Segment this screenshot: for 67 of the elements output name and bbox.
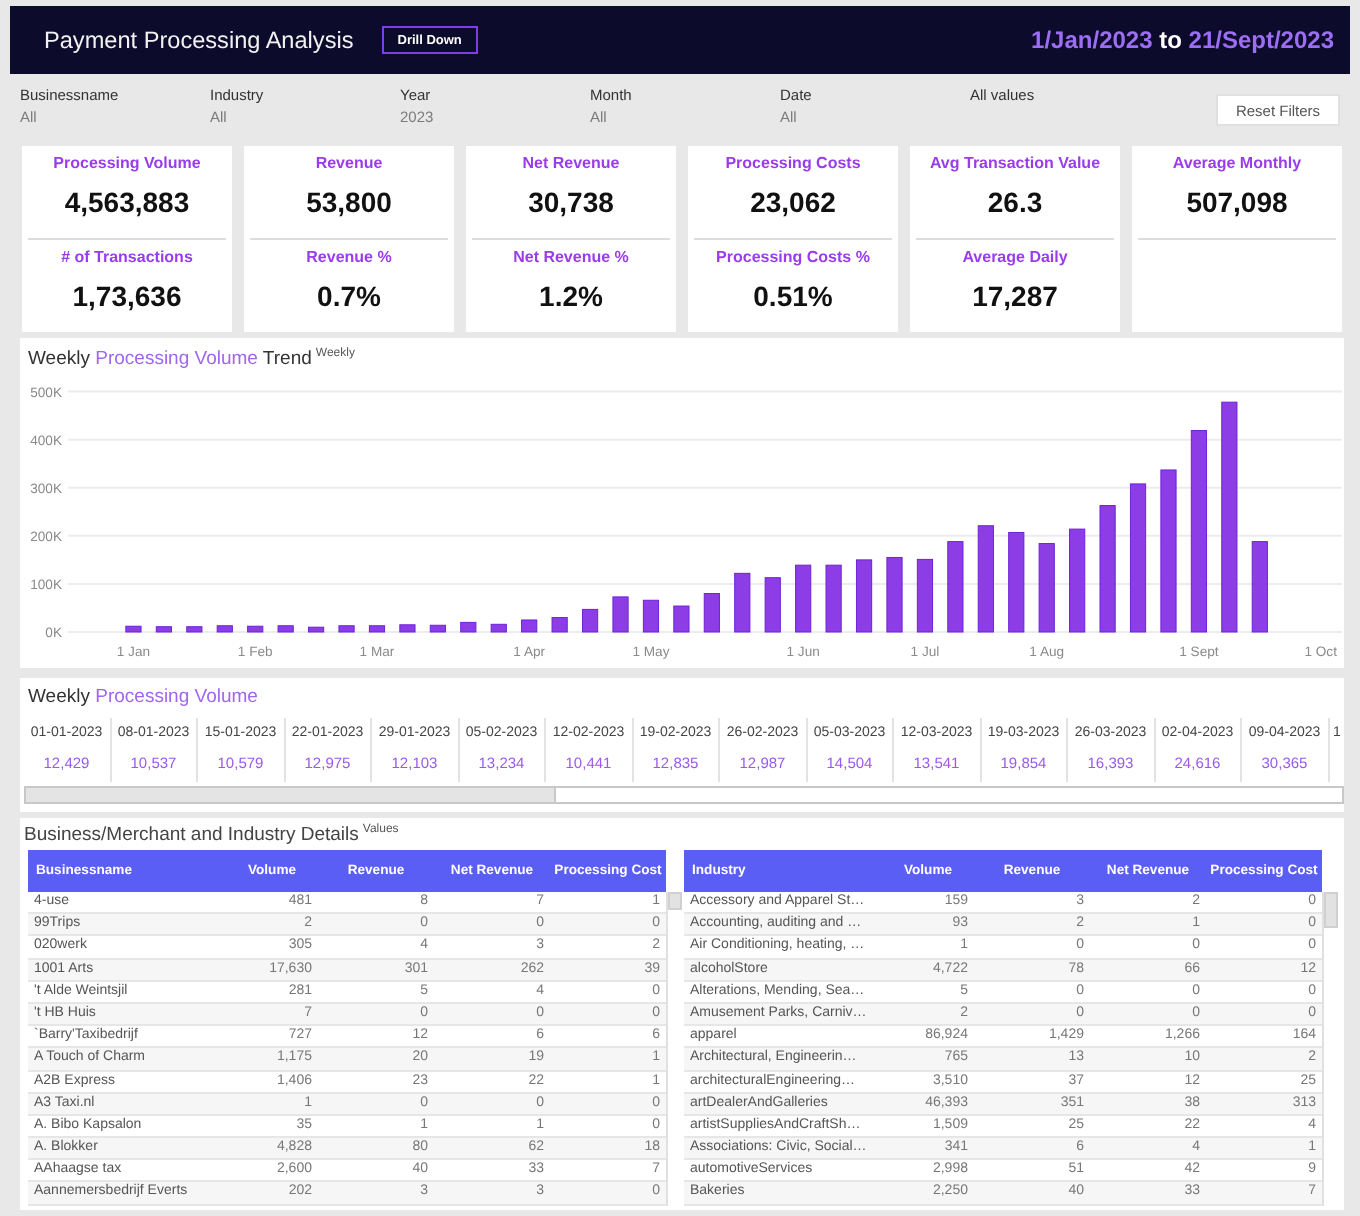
volume-bar (1069, 528, 1086, 633)
volume-bar (490, 623, 507, 633)
volume-bar (1099, 505, 1116, 633)
kpi-label: Average Daily (962, 248, 1068, 268)
kpi-value: 26.3 (987, 186, 1043, 220)
volume-bar (855, 559, 873, 633)
volume-bar (125, 625, 142, 633)
volume-bar (825, 564, 842, 633)
volume-bar (764, 577, 781, 633)
dashboard-title: Payment Processing Analysis (44, 26, 354, 54)
scrollbar-thumb[interactable] (668, 892, 682, 910)
volume-bar (460, 621, 477, 633)
scrollbar-thumb[interactable] (26, 788, 556, 802)
chart-title: Weekly Processing Volume Trend (28, 346, 312, 372)
volume-bar (216, 625, 233, 633)
volume-bar (155, 626, 172, 633)
volume-bar (186, 626, 203, 633)
volume-bar (277, 625, 294, 633)
volume-bar (1038, 543, 1055, 633)
kpi-value: 0.7% (317, 280, 381, 314)
kpi-label: Revenue (315, 154, 383, 174)
volume-bar (916, 558, 934, 633)
kpi-label: Net Revenue (522, 154, 620, 174)
volume-bar (1251, 541, 1268, 633)
volume-bar (429, 624, 446, 633)
kpi-label: # of Transactions (61, 248, 193, 268)
kpi-label: Avg Transaction Value (929, 154, 1101, 174)
volume-bar (582, 608, 599, 633)
volume-bar (977, 525, 994, 633)
kpi-value: 17,287 (972, 280, 1058, 314)
kpi-value: 4,563,883 (64, 186, 190, 220)
kpi-value: 0.51% (753, 280, 833, 314)
volume-bar (399, 624, 416, 633)
kpi-label: Processing Costs % (716, 248, 870, 268)
kpi-label: Revenue % (306, 248, 392, 268)
volume-bar (368, 625, 386, 633)
volume-bar (551, 617, 568, 633)
date-range: 1/Jan/2023 to 21/Sept/2023 (1031, 26, 1334, 54)
kpi-value: 53,800 (306, 186, 392, 220)
volume-bar (521, 619, 538, 633)
kpi-value: 23,062 (750, 186, 836, 220)
section-title: Weekly Processing Volume (28, 684, 260, 710)
volume-bar (338, 625, 355, 633)
kpi-label: Net Revenue % (513, 248, 629, 268)
volume-bar (308, 626, 325, 633)
scrollbar-thumb[interactable] (1324, 892, 1338, 928)
volume-bar (1008, 531, 1025, 633)
volume-bar (795, 564, 812, 633)
volume-bar (734, 572, 751, 633)
kpi-value: 507,098 (1186, 186, 1288, 220)
kpi-value: 1,73,636 (72, 280, 182, 314)
scrollbar[interactable] (24, 786, 1344, 804)
kpi-label: Processing Costs (725, 154, 861, 174)
volume-bar (612, 596, 629, 633)
volume-bar (642, 599, 660, 633)
scrollbar[interactable] (1322, 892, 1338, 1206)
kpi-label: Processing Volume (53, 154, 201, 174)
volume-bar (947, 541, 964, 633)
section-title: Business/Merchant and Industry Details (24, 822, 359, 848)
kpi-value: 30,738 (528, 186, 614, 220)
volume-bar (886, 557, 903, 633)
volume-bar (703, 593, 720, 633)
volume-bar (247, 625, 264, 633)
scrollbar[interactable] (666, 892, 682, 1206)
volume-bar (673, 605, 690, 633)
kpi-label: Average Monthly (1172, 154, 1302, 174)
kpi-value: 1.2% (539, 280, 603, 314)
